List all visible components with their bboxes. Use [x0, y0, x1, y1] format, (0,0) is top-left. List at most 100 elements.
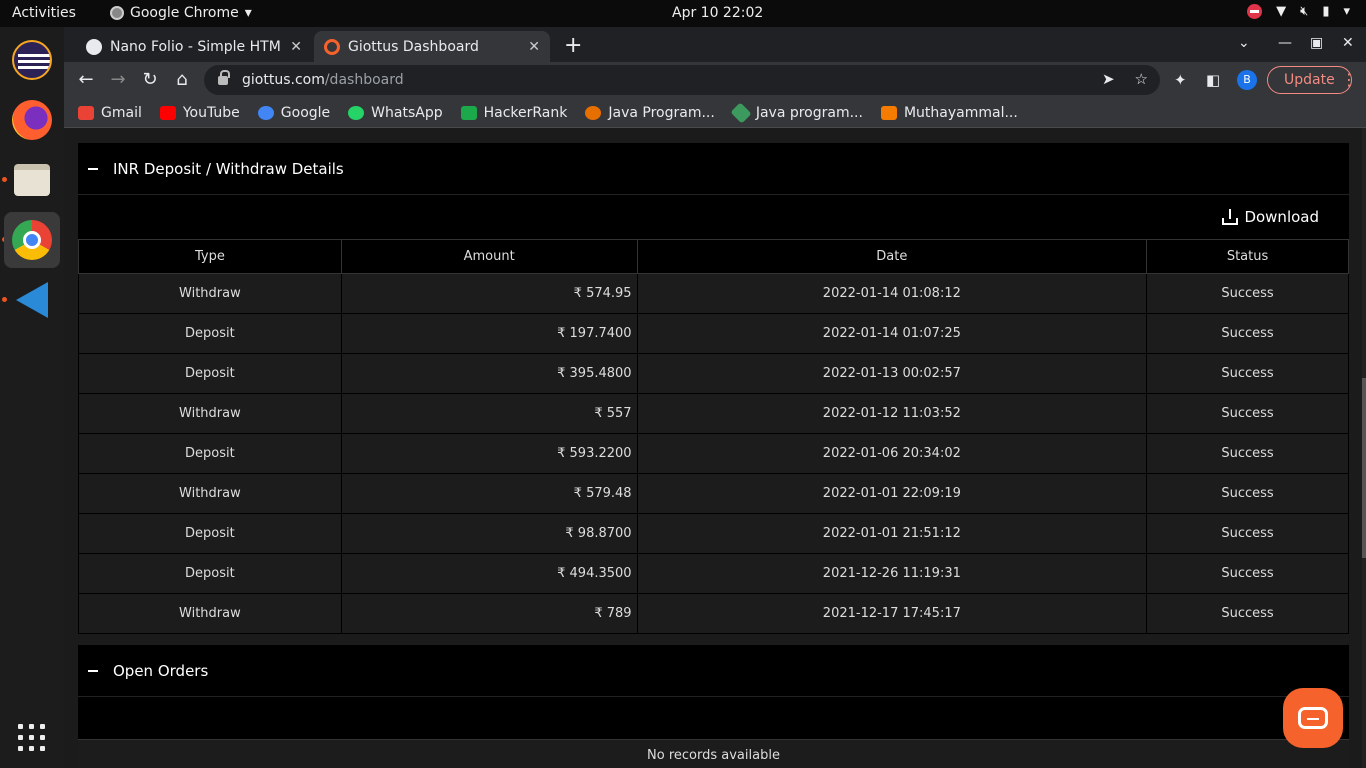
- page-scrollbar[interactable]: [1362, 128, 1366, 768]
- column-header-status[interactable]: Status: [1146, 239, 1349, 274]
- vscode-icon: [16, 282, 48, 318]
- bookmark-hackerrank[interactable]: HackerRank: [460, 105, 567, 121]
- app-menu[interactable]: Google Chrome ▾: [110, 5, 252, 21]
- chat-icon: [1298, 707, 1328, 729]
- home-icon[interactable]: ⌂: [171, 69, 193, 90]
- cell-amount: ₹ 579.48: [340, 473, 638, 514]
- panel-title: Open Orders: [113, 661, 209, 680]
- cell-amount: ₹ 574.95: [340, 273, 638, 314]
- google-icon: [257, 105, 274, 120]
- panel-header[interactable]: Open Orders: [78, 645, 1349, 697]
- cell-status: Success: [1146, 513, 1349, 554]
- bookmark-label: Java program...: [755, 104, 863, 121]
- files-icon: [14, 164, 50, 196]
- minimize-icon[interactable]: —: [1278, 35, 1292, 51]
- back-icon[interactable]: ←: [75, 69, 97, 90]
- deposit-withdraw-panel: INR Deposit / Withdraw Details Download …: [78, 143, 1349, 634]
- cell-status: Success: [1146, 433, 1349, 474]
- table-row: Withdraw ₹ 579.48 2022-01-01 22:09:19 Succe…: [78, 473, 1349, 514]
- caret-down-icon: ▾: [244, 5, 252, 21]
- forward-icon[interactable]: →: [107, 69, 129, 90]
- bookmark-label: Muthayammal...: [903, 104, 1018, 121]
- globe-icon: [86, 38, 102, 55]
- cell-status: Success: [1146, 353, 1349, 394]
- table-row: Withdraw ₹ 557 2022-01-12 11:03:52 Success: [78, 393, 1349, 434]
- send-icon[interactable]: ➤: [1102, 70, 1115, 88]
- whatsapp-icon: [348, 105, 365, 120]
- table-header-row: Type Amount Date Status: [78, 239, 1349, 274]
- system-menu-caret-icon[interactable]: ▾: [1343, 4, 1350, 19]
- dock-chrome[interactable]: [4, 212, 60, 268]
- hackerrank-icon: [460, 105, 477, 120]
- lock-icon[interactable]: [218, 69, 230, 85]
- close-tab-icon[interactable]: ✕: [290, 39, 302, 55]
- cell-amount: ₹ 557: [340, 393, 638, 434]
- bookmark-star-icon[interactable]: ☆: [1135, 70, 1148, 88]
- cell-status: Success: [1146, 393, 1349, 434]
- cell-type: Deposit: [78, 313, 342, 354]
- app-menu-label: Google Chrome: [130, 5, 239, 21]
- dock-vscode[interactable]: [4, 272, 60, 328]
- do-not-disturb-icon[interactable]: [1247, 4, 1263, 19]
- column-header-type[interactable]: Type: [78, 239, 342, 274]
- table-row: Deposit ₹ 494.3500 2021-12-26 11:19:31 Succ…: [78, 553, 1349, 594]
- profile-avatar[interactable]: B: [1237, 70, 1257, 90]
- menu-kebab-icon[interactable]: ⋮: [1341, 70, 1357, 89]
- battery-icon[interactable]: ▮: [1322, 4, 1329, 19]
- bookmark-label: YouTube: [182, 104, 240, 121]
- muthayammal-icon: [880, 105, 897, 120]
- collapse-icon[interactable]: [88, 669, 98, 672]
- scrollbar-thumb[interactable]: [1362, 378, 1366, 558]
- activities-button[interactable]: Activities: [12, 5, 76, 21]
- column-header-amount[interactable]: Amount: [340, 239, 638, 274]
- cell-date: 2022-01-13 00:02:57: [636, 353, 1148, 394]
- maximize-icon[interactable]: ▣: [1310, 35, 1323, 51]
- cell-status: Success: [1146, 473, 1349, 514]
- cell-date: 2022-01-01 22:09:19: [636, 473, 1148, 514]
- tab-giottus-dashboard[interactable]: Giottus Dashboard ✕: [314, 31, 550, 62]
- collapse-icon[interactable]: [88, 167, 98, 170]
- table-row: Withdraw ₹ 789 2021-12-17 17:45:17 Success: [78, 593, 1349, 634]
- bookmark-java-program-2[interactable]: Java program...: [730, 101, 863, 124]
- side-panel-icon[interactable]: ◧: [1206, 71, 1220, 89]
- cell-amount: ₹ 789: [340, 593, 638, 634]
- url-host: giottus.com: [242, 72, 325, 88]
- show-applications-icon[interactable]: [18, 724, 46, 752]
- dock-firefox[interactable]: [4, 92, 60, 148]
- wifi-icon[interactable]: ▼: [1276, 4, 1286, 19]
- reload-icon[interactable]: ↻: [139, 69, 161, 90]
- youtube-icon: [159, 105, 176, 120]
- update-button[interactable]: Update: [1267, 66, 1352, 94]
- table-row: Deposit ₹ 395.4800 2022-01-13 00:02:57 Succ…: [78, 353, 1349, 394]
- bookmark-whatsapp[interactable]: WhatsApp: [348, 105, 443, 121]
- new-tab-icon[interactable]: +: [564, 33, 582, 58]
- bookmark-youtube[interactable]: YouTube: [159, 104, 240, 121]
- chat-support-button[interactable]: [1283, 688, 1343, 748]
- download-button[interactable]: Download: [1222, 208, 1319, 226]
- clock[interactable]: Apr 10 22:02: [672, 5, 763, 21]
- tab-search-icon[interactable]: ⌄: [1238, 35, 1250, 51]
- bookmark-gmail[interactable]: Gmail: [78, 105, 142, 121]
- extensions-icon[interactable]: ✦: [1174, 71, 1187, 89]
- dock-files[interactable]: [4, 152, 60, 208]
- bookmark-google[interactable]: Google: [257, 105, 330, 121]
- page-content: INR Deposit / Withdraw Details Download …: [64, 128, 1366, 768]
- bookmark-java-program-1[interactable]: Java Program...: [585, 104, 715, 121]
- bookmark-muthayammal[interactable]: Muthayammal...: [880, 104, 1018, 121]
- panel-header[interactable]: INR Deposit / Withdraw Details: [78, 143, 1349, 195]
- giottus-favicon-icon: [324, 38, 340, 55]
- bookmark-label: Java Program...: [608, 104, 715, 121]
- tab-nano-folio[interactable]: Nano Folio - Simple HTML ✕: [76, 31, 312, 62]
- volume-icon[interactable]: 🔇︎: [1300, 4, 1308, 19]
- column-header-date[interactable]: Date: [636, 239, 1148, 274]
- cell-type: Deposit: [78, 353, 342, 394]
- system-tray[interactable]: ▼ 🔇︎ ▮ ▾: [1247, 4, 1350, 19]
- cell-status: Success: [1146, 313, 1349, 354]
- close-window-icon[interactable]: ✕: [1342, 35, 1354, 51]
- firefox-icon: [12, 100, 52, 140]
- dock-eclipse[interactable]: [4, 32, 60, 88]
- bookmarks-bar: Gmail YouTube Google WhatsApp HackerRank…: [64, 98, 1366, 128]
- close-tab-icon[interactable]: ✕: [528, 39, 540, 55]
- address-bar[interactable]: giottus.com/dashboard ➤ ☆: [204, 65, 1160, 95]
- java-diamond-icon: [730, 101, 752, 124]
